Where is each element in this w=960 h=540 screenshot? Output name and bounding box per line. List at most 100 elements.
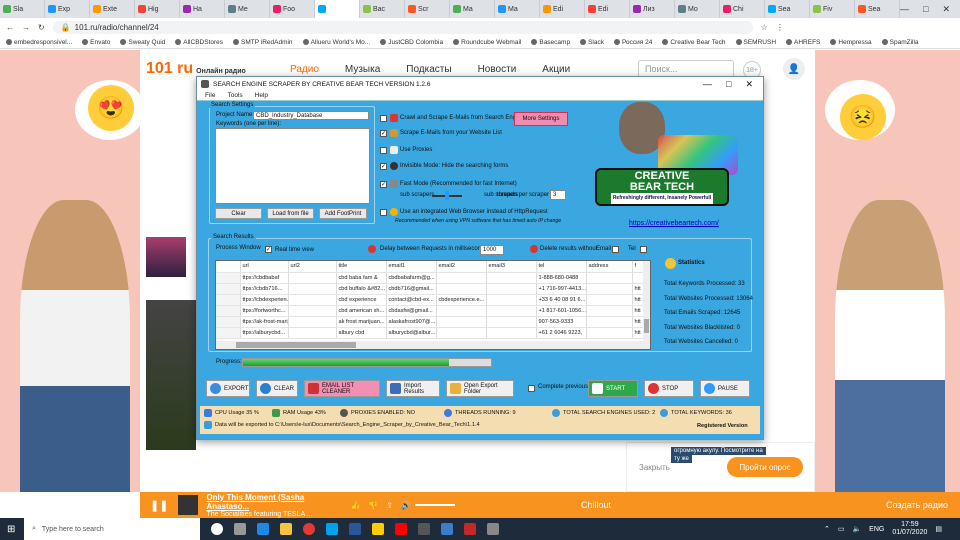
keywords-textarea[interactable]: [215, 128, 370, 204]
create-radio-link[interactable]: Создать радио: [886, 500, 948, 510]
word-icon[interactable]: [349, 523, 361, 535]
channel-thumbnail[interactable]: [146, 300, 196, 450]
column-header[interactable]: url: [240, 261, 289, 273]
app-icon[interactable]: [464, 523, 476, 535]
column-header[interactable]: email1: [386, 261, 437, 273]
minimize-icon[interactable]: —: [900, 4, 909, 15]
clock[interactable]: 17:59 01/07/2020: [892, 521, 927, 537]
table-row[interactable]: ttps://cbdbabaf cbd baba fam & cbdbabafarm…: [216, 272, 650, 284]
reload-icon[interactable]: ↻: [38, 23, 45, 32]
slider-handle[interactable]: [445, 191, 449, 200]
email-filter-checkbox[interactable]: [612, 246, 619, 253]
tel-filter-checkbox[interactable]: [640, 246, 647, 253]
bookmark-item[interactable]: Basecamp: [531, 39, 570, 46]
edge-icon[interactable]: [257, 523, 269, 535]
scrape-list-checkbox[interactable]: ✓: [380, 130, 387, 137]
minimize-icon[interactable]: —: [703, 79, 712, 90]
app-icon[interactable]: [441, 523, 453, 535]
table-row[interactable]: ttps://fortworthc... cbd american sh... cb…: [216, 305, 650, 317]
nav-item[interactable]: Подкасты: [406, 64, 451, 75]
pause-icon[interactable]: ❚❚: [150, 499, 168, 512]
network-icon[interactable]: ▭: [838, 525, 845, 533]
table-row[interactable]: ttps://cbdb716... cbd buffalo &#82... cbdb…: [216, 283, 650, 295]
column-header[interactable]: tel: [536, 261, 587, 273]
bookmark-item[interactable]: Россия 24: [613, 39, 652, 46]
bookmark-item[interactable]: JustCBD Colombia: [380, 39, 443, 46]
bookmark-item[interactable]: Hempressa: [830, 39, 872, 46]
column-header[interactable]: address: [586, 261, 633, 273]
realtime-checkbox[interactable]: ✓: [265, 246, 272, 253]
browser-tab[interactable]: Bac: [360, 0, 405, 18]
maximize-icon[interactable]: □: [923, 4, 928, 15]
nav-item[interactable]: Музыка: [345, 64, 380, 75]
notification-icon[interactable]: ▤: [935, 525, 942, 533]
channel-thumbnail[interactable]: [146, 237, 186, 277]
volume-icon[interactable]: 🔊: [401, 501, 411, 510]
volume-icon[interactable]: 🔈: [852, 525, 861, 533]
complete-previous-checkbox[interactable]: [528, 385, 535, 392]
task-view-icon[interactable]: [234, 523, 246, 535]
nav-item[interactable]: Радио: [290, 64, 319, 75]
browser-tab[interactable]: Exte: [90, 0, 135, 18]
bookmark-item[interactable]: Roundcube Webmail: [453, 39, 521, 46]
table-row[interactable]: ttps://cbdexperien... cbd experience conta…: [216, 294, 650, 306]
dislike-icon[interactable]: 👎: [368, 501, 378, 510]
clear-keywords-button[interactable]: Clear: [215, 208, 262, 219]
back-icon[interactable]: ←: [6, 23, 14, 32]
threads-input[interactable]: 3: [550, 190, 566, 200]
like-icon[interactable]: 👍: [350, 501, 360, 510]
browser-tab[interactable]: Лиз: [630, 0, 675, 18]
app-icon[interactable]: [418, 523, 430, 535]
column-header[interactable]: title: [336, 261, 387, 273]
taskbar-search[interactable]: ⌕ Type here to search: [24, 518, 200, 540]
volume-slider[interactable]: [415, 504, 456, 506]
browser-tab[interactable]: Fiv: [810, 0, 855, 18]
track-title[interactable]: Only This Moment (Sasha Anastaso...: [206, 493, 336, 511]
opera-icon[interactable]: [395, 523, 407, 535]
stop-button[interactable]: STOP: [644, 380, 694, 397]
more-settings-button[interactable]: More Settings: [514, 112, 568, 126]
column-header[interactable]: email2: [436, 261, 487, 273]
bookmark-item[interactable]: AllCBDStores: [175, 39, 223, 46]
import-results-button[interactable]: Import Results: [386, 380, 440, 397]
column-header[interactable]: email3: [486, 261, 537, 273]
add-footprint-button[interactable]: Add FootPrint: [319, 208, 367, 219]
bookmark-item[interactable]: Sweaty Quid: [120, 39, 165, 46]
close-icon[interactable]: ✕: [942, 4, 950, 15]
browser-tab[interactable]: Exp: [45, 0, 90, 18]
horizontal-scrollbar[interactable]: [216, 341, 650, 349]
menu-item[interactable]: Help: [255, 92, 268, 99]
open-export-folder-button[interactable]: Open Export Folder: [446, 380, 514, 397]
browser-tab[interactable]: [315, 0, 360, 18]
browser-tab[interactable]: Edi: [585, 0, 630, 18]
scrollbar-thumb[interactable]: [236, 342, 356, 348]
browser-tab[interactable]: Hig: [135, 0, 180, 18]
fast-mode-checkbox[interactable]: ✓: [380, 181, 387, 188]
nav-item[interactable]: Новости: [478, 64, 517, 75]
browser-tab[interactable]: Ma: [450, 0, 495, 18]
pause-button[interactable]: PAUSE: [700, 380, 750, 397]
browser-tab[interactable]: Me: [225, 0, 270, 18]
bookmark-item[interactable]: Creative Bear Tech: [662, 39, 726, 46]
left-ad-banner[interactable]: 😍: [0, 50, 145, 492]
bookmark-item[interactable]: embedresponsivel...: [6, 39, 72, 46]
notes-icon[interactable]: [372, 523, 384, 535]
bookmark-item[interactable]: SEMRUSH: [735, 39, 776, 46]
nav-item[interactable]: Акции: [542, 64, 570, 75]
site-link[interactable]: https://creativebeartech.com/: [629, 220, 719, 227]
survey-button[interactable]: Пройти опрос: [727, 457, 803, 477]
browser-tab[interactable]: Edi: [540, 0, 585, 18]
clear-results-button[interactable]: CLEAR: [256, 380, 298, 397]
table-row[interactable]: ttps://ak-frost-marijuan... ak frost mari…: [216, 316, 650, 328]
maximize-icon[interactable]: □: [726, 79, 731, 90]
load-from-file-button[interactable]: Load from file: [267, 208, 314, 219]
web-browser-checkbox[interactable]: [380, 209, 387, 216]
app-icon[interactable]: [487, 523, 499, 535]
table-row[interactable]: ttps://alburycbd... albury cbd alburycbd@a…: [216, 327, 650, 339]
forward-icon[interactable]: →: [22, 23, 30, 32]
bookmark-item[interactable]: Slack: [580, 39, 604, 46]
close-icon[interactable]: ✕: [745, 79, 753, 90]
browser-tab[interactable]: Sla: [0, 0, 45, 18]
start-button[interactable]: START: [588, 380, 638, 397]
extensions-icon[interactable]: ⋮: [776, 23, 784, 32]
